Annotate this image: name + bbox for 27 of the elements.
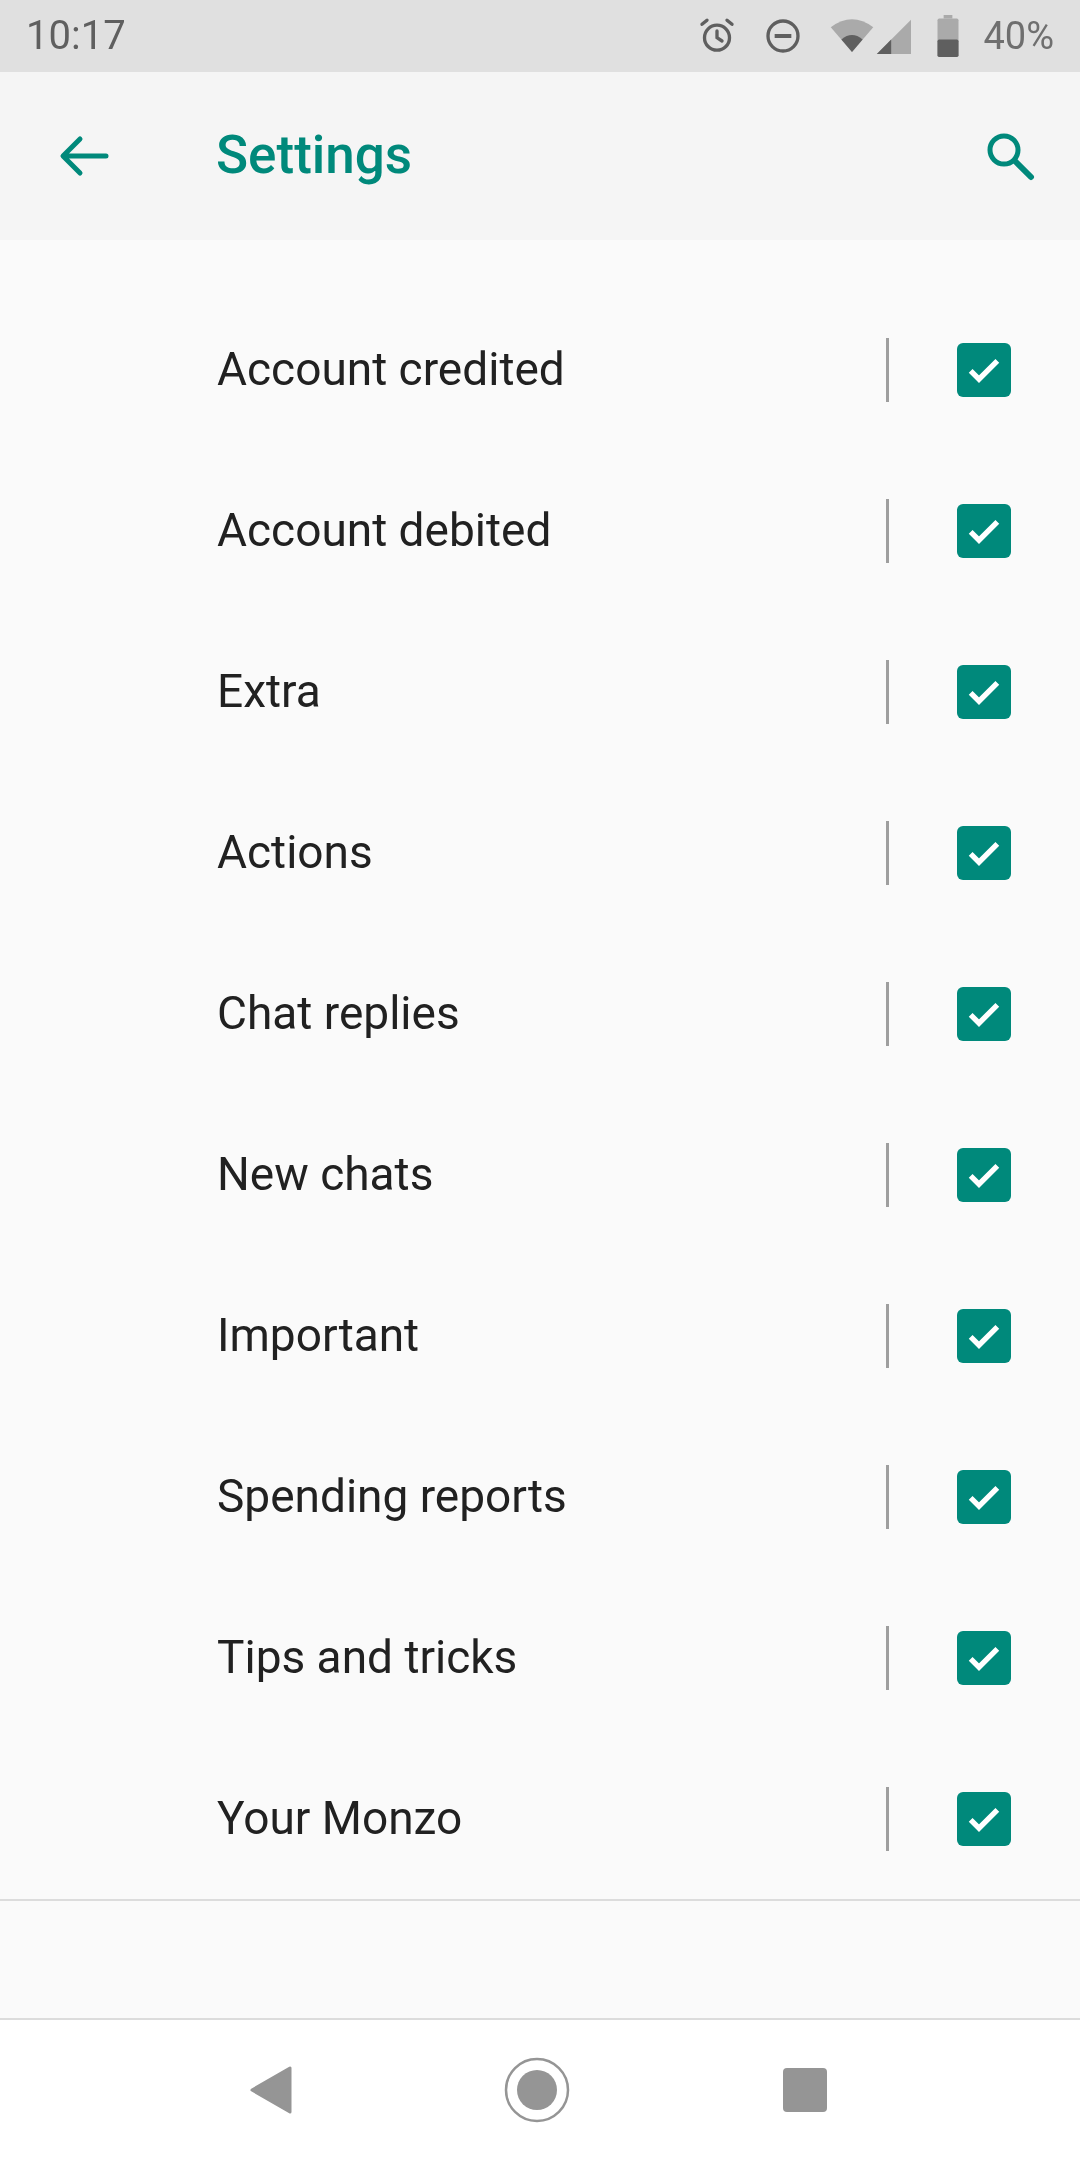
recents-nav-icon[interactable]	[782, 2067, 828, 2113]
checkbox[interactable]	[957, 825, 1011, 880]
battery-percentage: 40%	[983, 12, 1054, 60]
battery-icon	[937, 15, 960, 57]
setting-label: Tips and tricks	[217, 1629, 519, 1686]
setting-label: Account debited	[217, 502, 553, 559]
checkbox[interactable]	[957, 1791, 1011, 1846]
checkbox[interactable]	[957, 1630, 1011, 1685]
setting-label: Extra	[217, 663, 322, 720]
setting-label: Important	[217, 1307, 421, 1364]
setting-label: New chats	[217, 1146, 435, 1203]
checkbox[interactable]	[957, 503, 1011, 558]
setting-label: Actions	[217, 824, 374, 881]
clock-time: 10:17	[26, 11, 126, 61]
page-title: Settings	[216, 123, 413, 189]
checkbox[interactable]	[957, 1147, 1011, 1202]
back-nav-icon[interactable]	[248, 2065, 292, 2115]
setting-label: Account credited	[217, 341, 566, 398]
checkbox[interactable]	[957, 1308, 1011, 1363]
setting-label: Chat replies	[217, 985, 461, 1042]
checkbox[interactable]	[957, 1469, 1011, 1524]
home-nav-icon[interactable]	[504, 2057, 570, 2123]
checkbox[interactable]	[957, 986, 1011, 1041]
checkbox[interactable]	[957, 342, 1011, 397]
setting-label: Your Monzo	[217, 1790, 464, 1847]
checkbox[interactable]	[957, 664, 1011, 719]
setting-label: Spending reports	[217, 1468, 568, 1525]
